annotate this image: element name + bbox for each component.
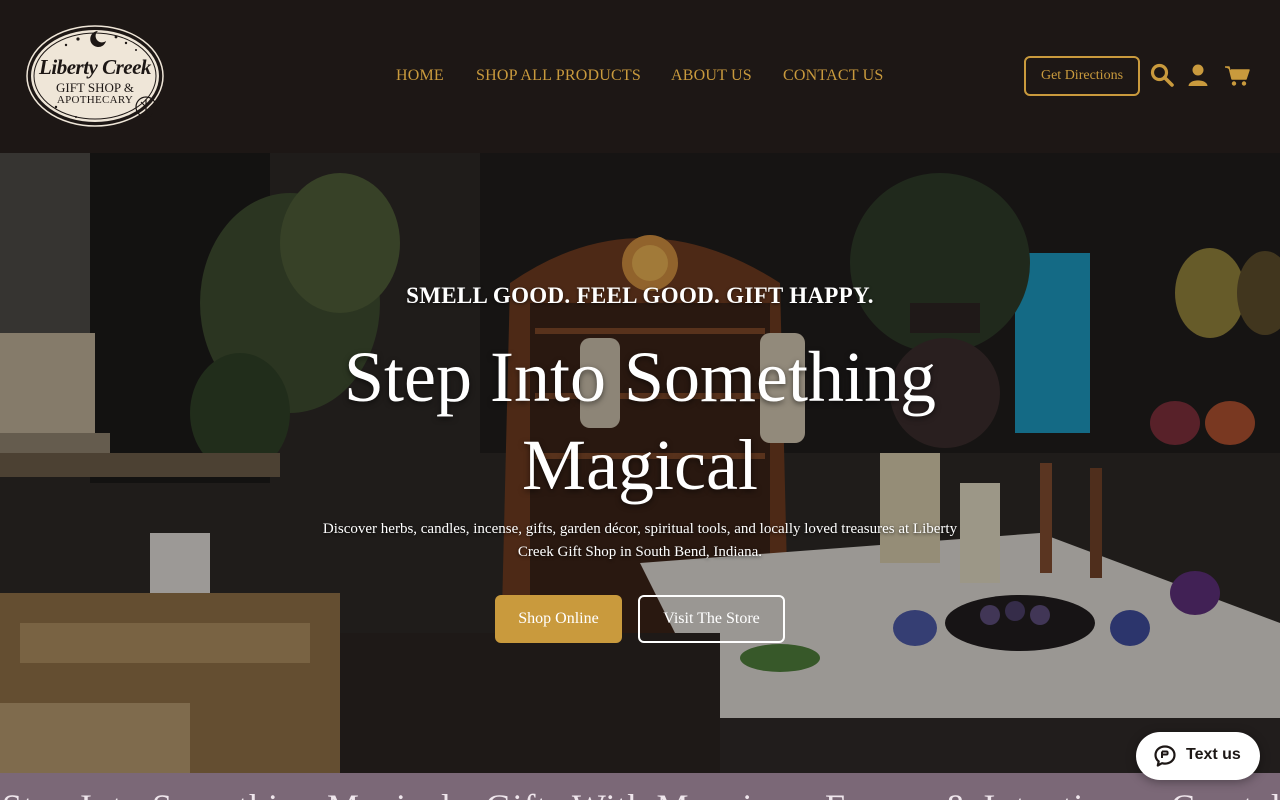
- hero-section: SMELL GOOD. FEEL GOOD. GIFT HAPPY. Step …: [0, 153, 1280, 773]
- text-us-label: Text us: [1186, 746, 1241, 763]
- get-directions-button[interactable]: Get Directions: [1024, 56, 1140, 96]
- visit-the-store-button[interactable]: Visit The Store: [638, 595, 785, 643]
- logo-subtitle: GIFT SHOP &: [55, 80, 135, 95]
- account-icon[interactable]: [1185, 62, 1211, 88]
- scrolling-marquee: Step Into Something Magical • Gifts With…: [0, 773, 1280, 800]
- search-icon[interactable]: [1149, 62, 1175, 88]
- brand-logo[interactable]: Liberty Creek GIFT SHOP & APOTHECARY: [26, 25, 164, 127]
- nav-item-home[interactable]: HOME: [396, 66, 444, 86]
- cart-icon[interactable]: [1224, 62, 1250, 88]
- nav-item-shop-all-products[interactable]: SHOP ALL PRODUCTS: [476, 66, 641, 86]
- hero-description: Discover herbs, candles, incense, gifts,…: [322, 521, 958, 560]
- site-header: Liberty Creek GIFT SHOP & APOTHECARY HOM…: [0, 0, 1280, 153]
- shop-online-button[interactable]: Shop Online: [495, 595, 622, 643]
- nav-item-about-us[interactable]: ABOUT US: [671, 66, 752, 86]
- logo-name: Liberty Creek: [39, 55, 151, 79]
- hero-headline: Step Into Something Magical: [344, 337, 936, 505]
- nav-item-contact-us[interactable]: CONTACT US: [783, 66, 883, 86]
- text-us-chat-button[interactable]: Text us: [1136, 732, 1260, 780]
- marquee-text: Step Into Something Magical • Gifts With…: [2, 787, 1280, 800]
- chat-bubble-icon: [1153, 744, 1177, 768]
- logo-subtitle-2: APOTHECARY: [56, 94, 134, 106]
- hero-eyebrow: SMELL GOOD. FEEL GOOD. GIFT HAPPY.: [406, 283, 874, 308]
